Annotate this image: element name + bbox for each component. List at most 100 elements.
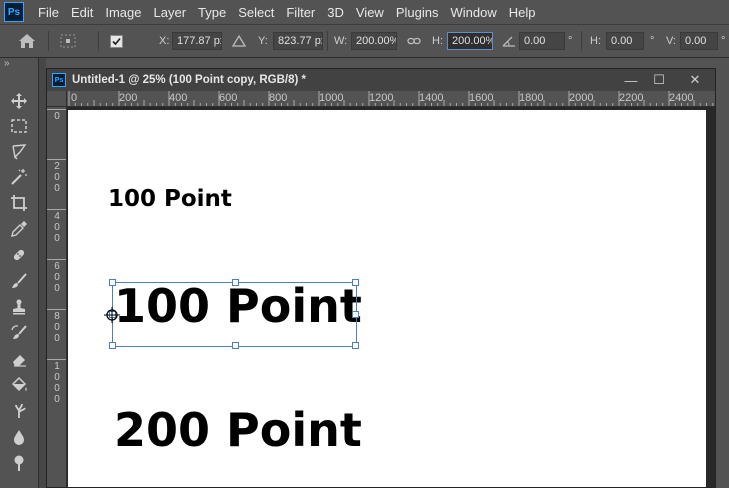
h-ruler-label: 2200 bbox=[619, 92, 644, 104]
menu-window[interactable]: Window bbox=[444, 5, 502, 20]
menu-help[interactable]: Help bbox=[503, 5, 542, 20]
vertical-ruler[interactable]: 02004006008001000 bbox=[47, 107, 67, 487]
tools-panel: » bbox=[0, 58, 39, 488]
menu-plugins[interactable]: Plugins bbox=[390, 5, 445, 20]
angle-input[interactable]: 0.00 bbox=[519, 32, 565, 50]
v-ruler-label: 0 bbox=[54, 272, 60, 283]
text-layer-200-point[interactable]: 200 Point bbox=[114, 402, 362, 458]
link-icon[interactable] bbox=[407, 25, 421, 57]
h-ruler-label: 1200 bbox=[369, 92, 394, 104]
rotate-angle-icon[interactable] bbox=[502, 25, 516, 57]
menu-filter[interactable]: Filter bbox=[280, 5, 321, 20]
width-input[interactable]: 200.00% bbox=[351, 32, 397, 50]
v-ruler-label: 1 bbox=[54, 361, 60, 372]
h-skew-input[interactable]: 0.00 bbox=[606, 32, 644, 50]
document-ps-icon: Ps bbox=[52, 73, 66, 87]
height-input[interactable]: 200.00% bbox=[447, 32, 493, 50]
separator bbox=[581, 31, 582, 51]
transform-handle-top-left[interactable] bbox=[109, 279, 116, 286]
w-label: W: bbox=[334, 35, 348, 47]
y-label: Y: bbox=[258, 35, 268, 47]
transform-bounding-box[interactable] bbox=[109, 279, 359, 349]
v-ruler-label: 0 bbox=[54, 372, 60, 383]
menu-file[interactable]: File bbox=[32, 5, 65, 20]
v-ruler-label: 0 bbox=[54, 322, 60, 333]
smudge-tool-icon[interactable] bbox=[8, 400, 30, 422]
h-skew-label: H: bbox=[590, 35, 601, 47]
v-ruler-label: 2 bbox=[54, 161, 60, 172]
h-skew-unit: ° bbox=[650, 35, 655, 47]
history-brush-tool-icon[interactable] bbox=[8, 322, 30, 344]
magic-wand-tool-icon[interactable] bbox=[8, 166, 30, 188]
separator bbox=[48, 31, 49, 51]
transform-handle-top[interactable] bbox=[232, 279, 239, 286]
v-ruler-tick bbox=[47, 109, 66, 110]
marquee-tool-icon[interactable] bbox=[8, 115, 30, 137]
x-position-input[interactable]: 177.87 px bbox=[172, 32, 222, 50]
v-skew-input[interactable]: 0.00 bbox=[680, 32, 718, 50]
v-ruler-label: 0 bbox=[54, 394, 60, 405]
text-layer-100-point[interactable]: 100 Point bbox=[108, 186, 232, 212]
h-ruler-label: 2400 bbox=[669, 92, 694, 104]
reference-point-crosshair-icon[interactable] bbox=[104, 307, 120, 323]
h-label: H: bbox=[432, 35, 443, 47]
eraser-tool-icon[interactable] bbox=[8, 348, 30, 370]
panel-gap bbox=[39, 58, 46, 488]
menu-type[interactable]: Type bbox=[192, 5, 232, 20]
maximize-button[interactable]: ☐ bbox=[645, 69, 673, 91]
crop-tool-icon[interactable] bbox=[8, 192, 30, 214]
dodge-tool-icon[interactable] bbox=[8, 452, 30, 474]
menu-layer[interactable]: Layer bbox=[148, 5, 193, 20]
transform-handle-top-right[interactable] bbox=[352, 279, 359, 286]
right-panel-edge bbox=[716, 58, 729, 488]
v-ruler-tick bbox=[47, 359, 66, 360]
menu-3d[interactable]: 3D bbox=[321, 5, 350, 20]
angle-unit: ° bbox=[568, 35, 573, 47]
canvas[interactable]: 100 Point 100 Point 200 Point bbox=[68, 110, 706, 487]
options-bar: X: 177.87 px Y: 823.77 px W: 200.00% H: … bbox=[0, 24, 729, 58]
h-ruler-label: 1000 bbox=[319, 92, 344, 104]
transform-handle-bottom-left[interactable] bbox=[109, 342, 116, 349]
healing-brush-tool-icon[interactable] bbox=[8, 244, 30, 266]
horizontal-ruler[interactable]: 0 200 400 600 800 1000 1200 1400 1600 18… bbox=[67, 91, 715, 107]
menu-select[interactable]: Select bbox=[232, 5, 280, 20]
clone-stamp-tool-icon[interactable] bbox=[8, 296, 30, 318]
relative-position-icon[interactable] bbox=[232, 25, 246, 57]
home-icon[interactable] bbox=[18, 25, 36, 57]
h-ruler-label: 400 bbox=[169, 92, 188, 104]
h-ruler-label: 200 bbox=[119, 92, 138, 104]
brush-tool-icon[interactable] bbox=[8, 270, 30, 292]
reference-point-checkbox[interactable] bbox=[110, 25, 123, 57]
ruler-origin[interactable] bbox=[47, 91, 67, 107]
minimize-button[interactable]: — bbox=[617, 69, 645, 91]
v-ruler-tick bbox=[47, 209, 66, 210]
menu-image[interactable]: Image bbox=[99, 5, 147, 20]
menu-edit[interactable]: Edit bbox=[65, 5, 99, 20]
y-position-input[interactable]: 823.77 px bbox=[273, 32, 323, 50]
transform-handle-bottom[interactable] bbox=[232, 342, 239, 349]
paint-bucket-tool-icon[interactable] bbox=[8, 374, 30, 396]
close-button[interactable]: ✕ bbox=[681, 69, 709, 91]
v-ruler-tick bbox=[47, 309, 66, 310]
transform-handle-bottom-right[interactable] bbox=[352, 342, 359, 349]
canvas-area[interactable]: 100 Point 100 Point 200 Point bbox=[67, 107, 715, 487]
v-ruler-tick bbox=[47, 159, 66, 160]
collapse-panel-button[interactable]: » bbox=[4, 58, 10, 70]
v-ruler-label: 8 bbox=[54, 311, 60, 322]
reference-point-icon[interactable] bbox=[59, 25, 77, 57]
v-ruler-label: 0 bbox=[54, 333, 60, 344]
blur-tool-icon[interactable] bbox=[8, 426, 30, 448]
v-ruler-label: 0 bbox=[54, 183, 60, 194]
eyedropper-tool-icon[interactable] bbox=[8, 218, 30, 240]
v-ruler-tick bbox=[47, 259, 66, 260]
v-skew-label: V: bbox=[666, 35, 676, 47]
v-ruler-label: 0 bbox=[54, 233, 60, 244]
v-ruler-label: 0 bbox=[54, 222, 60, 233]
photoshop-logo[interactable]: Ps bbox=[4, 2, 24, 22]
transform-handle-right[interactable] bbox=[352, 311, 359, 318]
v-skew-unit: ° bbox=[721, 35, 726, 47]
document-tab[interactable]: Ps Untitled-1 @ 25% (100 Point copy, RGB… bbox=[47, 69, 715, 91]
lasso-tool-icon[interactable] bbox=[8, 140, 30, 162]
move-tool-icon[interactable] bbox=[8, 90, 30, 112]
menu-view[interactable]: View bbox=[350, 5, 390, 20]
